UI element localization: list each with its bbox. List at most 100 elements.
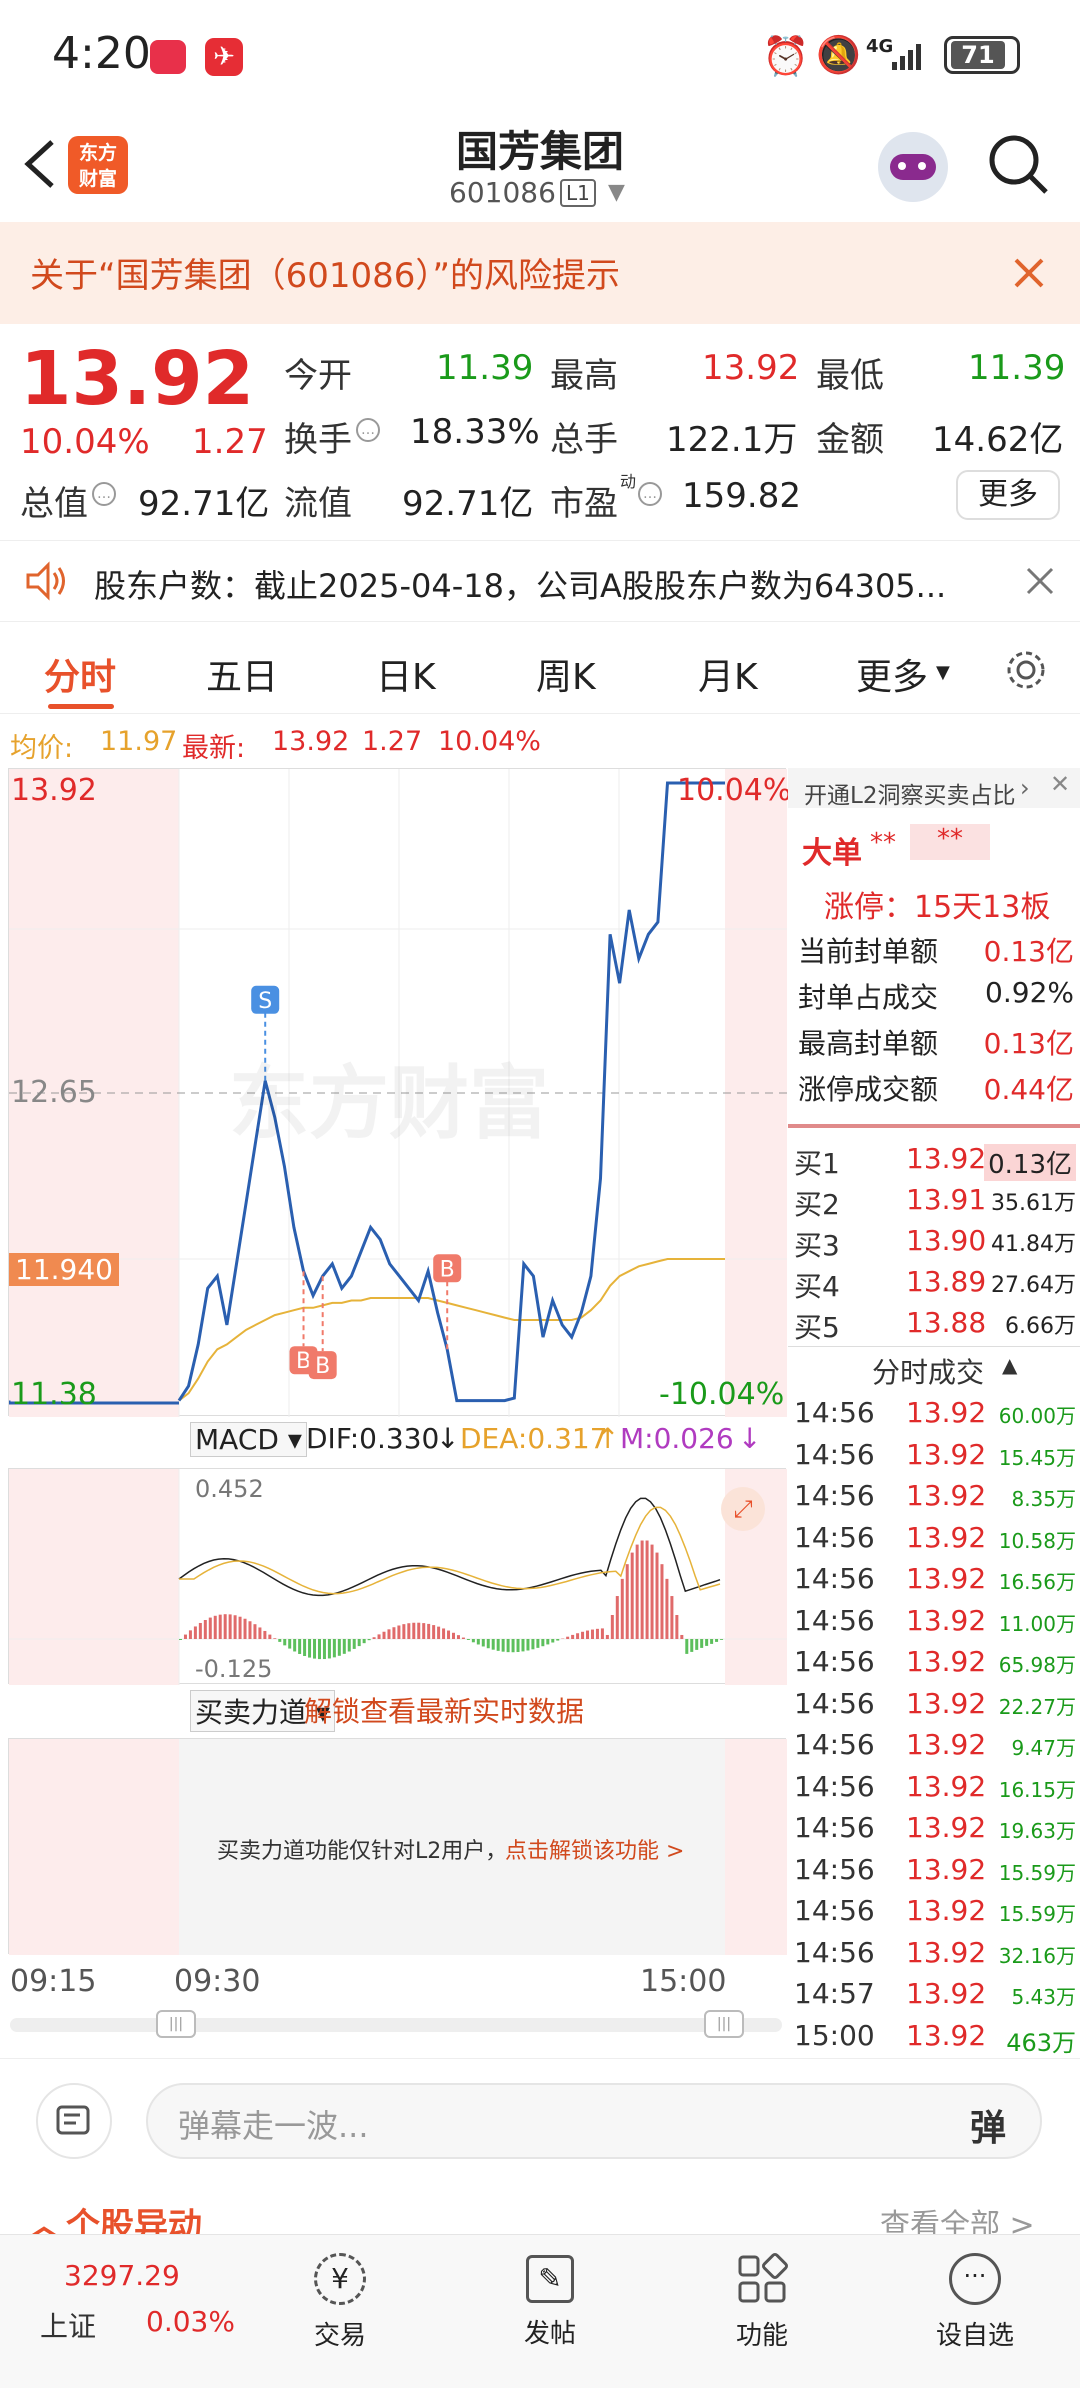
macd-bar <box>705 1639 709 1646</box>
close-icon[interactable] <box>1010 254 1048 292</box>
macd-bar <box>576 1633 580 1639</box>
gear-icon[interactable] <box>1004 648 1048 692</box>
info-icon[interactable]: … <box>356 418 380 442</box>
close-icon[interactable] <box>1024 565 1056 597</box>
force-unlock-link[interactable]: 解锁查看最新实时数据 <box>304 1690 584 1730</box>
notice-bar[interactable]: 股东户数：截止2025-04-18，公司A股股东户数为64305... <box>0 540 1080 622</box>
tick-row: 14:56 13.92 22.27万 <box>788 1683 1080 1723</box>
back-icon[interactable] <box>18 134 62 194</box>
bid-price: 13.90 <box>906 1224 987 1257</box>
macd-bar <box>640 1540 644 1639</box>
tab-more[interactable]: 更多 <box>856 648 928 700</box>
trade-marker-label: B <box>315 1354 330 1379</box>
slider-handle-left[interactable]: ||| <box>156 2010 196 2038</box>
macd-bar <box>586 1630 590 1639</box>
robot-assistant-icon[interactable] <box>878 132 948 202</box>
nav-function[interactable]: 功能 <box>722 2245 802 2375</box>
nav-trade[interactable]: ¥ 交易 <box>300 2245 380 2375</box>
tick-list: 14:56 13.92 60.00万 14:56 13.92 15.45万 14:5… <box>788 1392 1080 2062</box>
slider-handle-right[interactable]: ||| <box>704 2010 744 2038</box>
intraday-chart[interactable]: SBBB 东方财富 13.92 10.04% 12.65 11.940 11.3… <box>8 768 791 1417</box>
macd-header: MACD ▾ DIF:0.330 ↓ DEA:0.317 ↑ M:0.026 ↓ <box>190 1422 790 1462</box>
dea-line <box>179 1506 721 1595</box>
bid-price: 13.91 <box>906 1183 987 1216</box>
tab-weekly-k[interactable]: 周K <box>536 648 596 700</box>
stock-code-row[interactable]: 601086 L1 ▼ <box>440 176 660 212</box>
force-unlock-button[interactable]: 点击解锁该功能 > <box>505 1833 684 1865</box>
tick-row: 14:56 13.92 8.35万 <box>788 1475 1080 1515</box>
macd-bar <box>461 1637 465 1639</box>
trade-marker-label: B <box>440 1257 455 1282</box>
macd-chart[interactable]: 0.452 -0.125 ⤢ <box>8 1468 787 1685</box>
tick-time: 14:56 <box>794 1811 875 1844</box>
tab-five-day[interactable]: 五日 <box>206 648 278 700</box>
status-time: 4:20 <box>52 28 151 79</box>
macd-bar <box>382 1631 386 1639</box>
macd-bar <box>392 1627 396 1639</box>
macd-dif: DIF:0.330 <box>306 1422 440 1455</box>
search-icon[interactable] <box>986 132 1050 196</box>
speaker-icon <box>24 561 68 601</box>
expand-icon[interactable]: ⤢ <box>721 1487 765 1531</box>
macd-bar <box>670 1596 674 1639</box>
risk-banner[interactable]: 关于“国芳集团（601086）”的风险提示 <box>0 222 1080 324</box>
danmaku-input[interactable]: 弹幕走一波... 弹 <box>146 2083 1042 2159</box>
macd-bar <box>521 1639 525 1652</box>
danmaku-placeholder: 弹幕走一波... <box>178 2107 369 2145</box>
more-dots-icon: ··· <box>949 2253 1001 2305</box>
macd-bar <box>600 1628 604 1639</box>
tick-price: 13.92 <box>906 1894 987 1927</box>
macd-bar <box>233 1615 237 1639</box>
tab-intraday[interactable]: 分时 <box>44 648 116 700</box>
amount-label: 金额 <box>816 420 884 460</box>
bottom-nav: 3297.29 上证 0.03% ¥ 交易 ✎ 发帖 功能 ··· 设自选 <box>0 2234 1080 2388</box>
tick-price: 13.92 <box>906 1437 987 1471</box>
index-value[interactable]: 3297.29 <box>64 2259 180 2292</box>
ticks-title-row[interactable]: 分时成交 ▲ <box>788 1346 1080 1389</box>
tick-row: 14:56 13.92 16.15万 <box>788 1766 1080 1806</box>
macd-bar <box>313 1639 317 1659</box>
latest-pct: 10.04% <box>438 726 541 757</box>
tab-daily-k[interactable]: 日K <box>376 648 436 700</box>
tab-monthly-k[interactable]: 月K <box>698 648 758 700</box>
nav-post-label: 发帖 <box>523 2319 576 2349</box>
info-icon[interactable]: … <box>92 482 116 506</box>
macd-bar <box>188 1630 192 1639</box>
close-icon[interactable]: ✕ <box>1050 770 1070 798</box>
logo-text-1: 东方 <box>78 142 117 164</box>
macd-bar <box>566 1636 570 1639</box>
tick-price: 13.92 <box>906 1769 987 1803</box>
macd-bar <box>506 1639 510 1653</box>
danmaku-send-button[interactable]: 弹 <box>970 2099 1006 2151</box>
tick-volume: 65.98万 <box>998 1653 1076 1677</box>
macd-selector[interactable]: MACD ▾ <box>190 1422 307 1457</box>
info-icon[interactable]: … <box>638 482 662 506</box>
tick-row: 14:57 13.92 5.43万 <box>788 1973 1080 2013</box>
chevron-up-icon: ︿ <box>26 2205 63 2236</box>
battery-icon: 71 <box>944 36 1020 74</box>
nav-post[interactable]: ✎ 发帖 <box>510 2245 590 2375</box>
tick-volume: 10.58万 <box>998 1528 1076 1553</box>
macd-bar <box>476 1639 480 1645</box>
force-chart[interactable]: 买卖力道功能仅针对L2用户， 点击解锁该功能 > <box>8 1738 787 1955</box>
more-button-label: 更多 <box>978 477 1038 512</box>
l2-header[interactable]: 开通L2洞察买卖占比 › ✕ <box>788 768 1080 809</box>
section-more-link[interactable]: 查看全部 > <box>880 2200 1035 2236</box>
tick-volume: 16.56万 <box>998 1570 1076 1594</box>
seal-value: 0.92% <box>985 976 1074 1009</box>
app-logo[interactable]: 东方 财富 <box>68 136 128 194</box>
nav-function-label: 功能 <box>735 2321 788 2351</box>
macd-bar <box>615 1596 619 1639</box>
macd-bar <box>377 1634 381 1639</box>
macd-bar <box>491 1639 495 1650</box>
force-desc: 买卖力道功能仅针对L2用户， <box>217 1839 508 1864</box>
more-button[interactable]: 更多 <box>956 470 1060 520</box>
macd-bar <box>298 1639 302 1654</box>
macd-bar <box>690 1639 694 1652</box>
macd-bar <box>556 1639 560 1641</box>
signal-icon <box>890 40 930 72</box>
comment-list-icon[interactable] <box>36 2083 112 2159</box>
nav-watchlist[interactable]: ··· 设自选 <box>920 2245 1030 2375</box>
macd-bar <box>422 1623 426 1639</box>
time-range-slider[interactable]: ||| ||| <box>10 2010 782 2038</box>
